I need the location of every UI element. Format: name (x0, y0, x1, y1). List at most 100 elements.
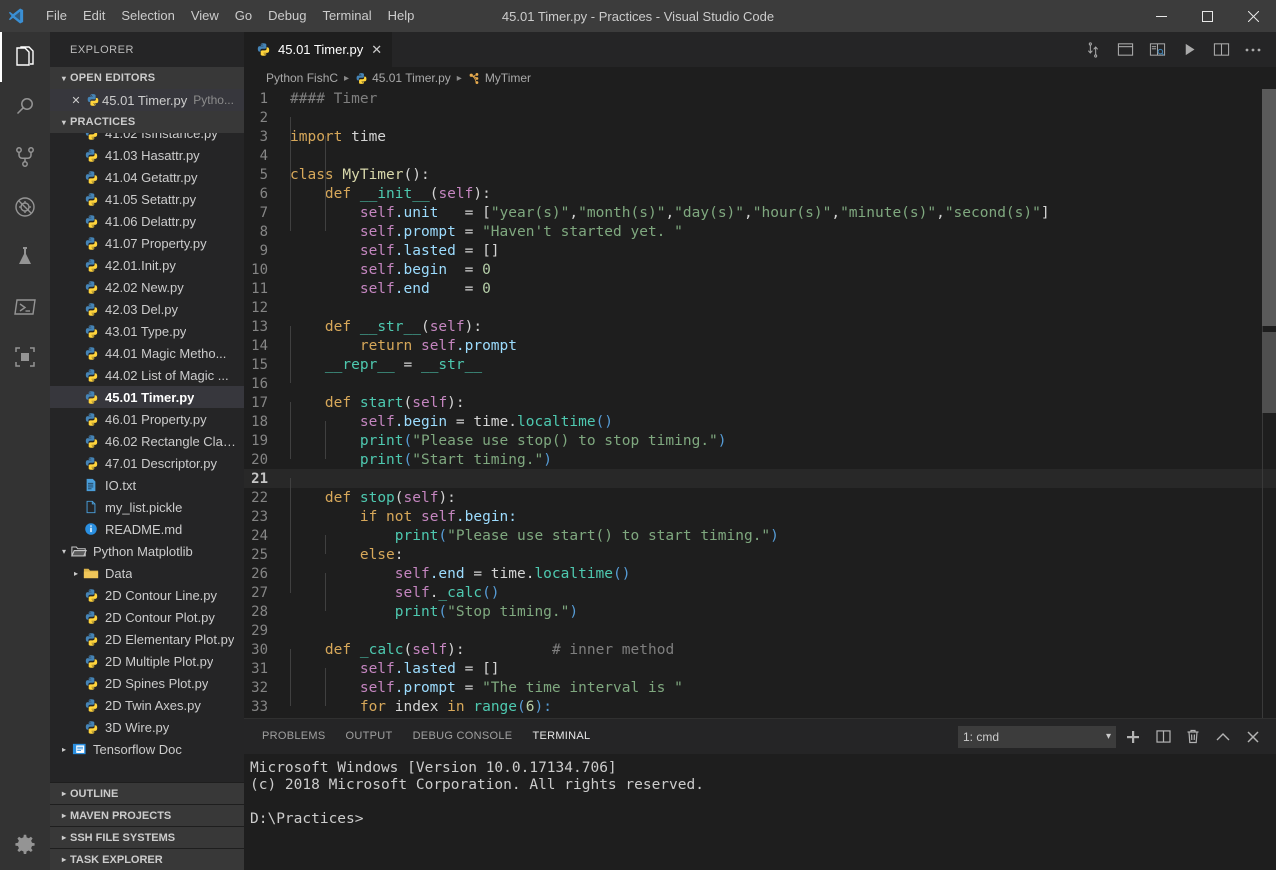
powershell-terminal-icon[interactable] (0, 282, 50, 332)
more-actions-icon[interactable] (1238, 32, 1268, 67)
section-task-explorer[interactable]: ▸ TASK EXPLORER (50, 848, 244, 870)
section-outline[interactable]: ▸ OUTLINE (50, 782, 244, 804)
editor-vertical-scrollbar-secondary[interactable] (1262, 332, 1276, 413)
new-terminal-icon[interactable] (1120, 724, 1146, 750)
tree-file-item[interactable]: 2D Elementary Plot.py (50, 628, 244, 650)
menu-debug[interactable]: Debug (260, 0, 314, 32)
tree-file-item[interactable]: 47.01 Descriptor.py (50, 452, 244, 474)
tree-file-item[interactable]: 43.01 Type.py (50, 320, 244, 342)
file-tree[interactable]: 41.02 IsInstance.py 41.03 Hasattr.py 41.… (50, 133, 244, 782)
code-line[interactable]: 30 def _calc(self): # inner method (244, 640, 1276, 659)
debug-icon[interactable] (0, 182, 50, 232)
close-icon[interactable]: ✕ (371, 42, 382, 58)
code-line[interactable]: 15 __repr__ = __str__ (244, 355, 1276, 374)
code-line[interactable]: 21 (244, 469, 1276, 488)
section-practices[interactable]: ▾ PRACTICES (50, 111, 244, 133)
panel-tab-output[interactable]: OUTPUT (336, 719, 403, 754)
close-icon[interactable]: ✕ (68, 94, 84, 107)
tree-file-item[interactable]: 2D Twin Axes.py (50, 694, 244, 716)
code-line[interactable]: 29 (244, 621, 1276, 640)
code-line[interactable]: 2 (244, 108, 1276, 127)
code-line[interactable]: 17 def start(self): (244, 393, 1276, 412)
search-icon[interactable] (0, 82, 50, 132)
code-line[interactable]: 5 class MyTimer(): (244, 165, 1276, 184)
split-sync-icon[interactable] (1078, 32, 1108, 67)
code-line[interactable]: 10 self.begin = 0 (244, 260, 1276, 279)
code-line[interactable]: 27 self._calc() (244, 583, 1276, 602)
tree-file-item[interactable]: 41.04 Getattr.py (50, 166, 244, 188)
code-line[interactable]: 4 (244, 146, 1276, 165)
section-ssh-file-systems[interactable]: ▸ SSH FILE SYSTEMS (50, 826, 244, 848)
menu-edit[interactable]: Edit (75, 0, 113, 32)
tree-file-item[interactable]: 44.01 Magic Metho... (50, 342, 244, 364)
tree-file-item[interactable]: 42.03 Del.py (50, 298, 244, 320)
panel-tab-terminal[interactable]: TERMINAL (522, 719, 600, 754)
editor-vertical-scrollbar[interactable] (1262, 89, 1276, 326)
breadcrumb-symbol[interactable]: MyTimer (468, 71, 531, 85)
kill-terminal-icon[interactable] (1180, 724, 1206, 750)
tree-file-item[interactable]: 44.02 List of Magic ... (50, 364, 244, 386)
section-maven-projects[interactable]: ▸ MAVEN PROJECTS (50, 804, 244, 826)
testing-flask-icon[interactable] (0, 232, 50, 282)
code-line[interactable]: 28 print("Stop timing.") (244, 602, 1276, 621)
code-line[interactable]: 32 self.prompt = "The time interval is " (244, 678, 1276, 697)
tree-file-item[interactable]: 2D Contour Line.py (50, 584, 244, 606)
breadcrumb-folder[interactable]: Python FishC (266, 71, 338, 85)
maximize-panel-icon[interactable] (1210, 724, 1236, 750)
split-editor-icon[interactable] (1206, 32, 1236, 67)
tree-file-item[interactable]: 2D Multiple Plot.py (50, 650, 244, 672)
tree-file-item[interactable]: IO.txt (50, 474, 244, 496)
remote-container-icon[interactable] (0, 332, 50, 382)
code-line[interactable]: 11 self.end = 0 (244, 279, 1276, 298)
menu-view[interactable]: View (183, 0, 227, 32)
breadcrumb[interactable]: Python FishC ▸ 45.01 Timer.py ▸ MyTimer (244, 67, 1276, 89)
tree-file-item[interactable]: 41.02 IsInstance.py (50, 133, 244, 144)
tree-folder-item[interactable]: ▾ Python Matplotlib (50, 540, 244, 562)
terminal-output[interactable]: Microsoft Windows [Version 10.0.17134.70… (244, 754, 1276, 870)
code-line[interactable]: 3 import time (244, 127, 1276, 146)
tree-file-item[interactable]: 46.01 Property.py (50, 408, 244, 430)
tree-file-item[interactable]: 2D Contour Plot.py (50, 606, 244, 628)
code-line[interactable]: 31 self.lasted = [] (244, 659, 1276, 678)
menu-file[interactable]: File (38, 0, 75, 32)
panel-tab-debug-console[interactable]: DEBUG CONSOLE (403, 719, 523, 754)
split-terminal-icon[interactable] (1150, 724, 1176, 750)
tree-file-item[interactable]: 46.02 Rectangle Clas... (50, 430, 244, 452)
code-line[interactable]: 12 (244, 298, 1276, 317)
close-button[interactable] (1230, 0, 1276, 32)
tree-file-item[interactable]: 2D Spines Plot.py (50, 672, 244, 694)
code-line[interactable]: 1 #### Timer (244, 89, 1276, 108)
tree-file-item[interactable]: 41.05 Setattr.py (50, 188, 244, 210)
explorer-icon[interactable] (0, 32, 50, 82)
menu-help[interactable]: Help (380, 0, 423, 32)
tree-file-item[interactable]: 42.01.Init.py (50, 254, 244, 276)
code-editor[interactable]: 1 #### Timer 2 3 import time 4 5 class MyTimer(… (244, 89, 1276, 718)
tab-45-01-timer-py[interactable]: 45.01 Timer.py ✕ (244, 32, 394, 67)
code-line[interactable]: 13 def __str__(self): (244, 317, 1276, 336)
tree-file-item[interactable]: 42.02 New.py (50, 276, 244, 298)
code-line[interactable]: 20 print("Start timing.") (244, 450, 1276, 469)
code-line[interactable]: 19 print("Please use stop() to stop timi… (244, 431, 1276, 450)
tree-file-item[interactable]: 45.01 Timer.py (50, 386, 244, 408)
menu-go[interactable]: Go (227, 0, 260, 32)
section-open-editors[interactable]: ▾ OPEN EDITORS (50, 67, 244, 89)
close-panel-icon[interactable] (1240, 724, 1266, 750)
breadcrumb-file[interactable]: 45.01 Timer.py (355, 71, 451, 85)
code-line[interactable]: 16 (244, 374, 1276, 393)
maximize-button[interactable] (1184, 0, 1230, 32)
menu-terminal[interactable]: Terminal (314, 0, 379, 32)
code-line[interactable]: 25 else: (244, 545, 1276, 564)
code-line[interactable]: 18 self.begin = time.localtime() (244, 412, 1276, 431)
menu-selection[interactable]: Selection (113, 0, 182, 32)
code-line[interactable]: 33 for index in range(6): (244, 697, 1276, 716)
tree-file-item[interactable]: 41.03 Hasattr.py (50, 144, 244, 166)
code-line[interactable]: 14 return self.prompt (244, 336, 1276, 355)
tree-file-item[interactable]: 41.07 Property.py (50, 232, 244, 254)
code-line[interactable]: 22 def stop(self): (244, 488, 1276, 507)
tree-folder-item[interactable]: ▸ Data (50, 562, 244, 584)
tree-file-item[interactable]: 3D Wire.py (50, 716, 244, 738)
run-python-file-icon[interactable] (1174, 32, 1204, 67)
source-control-icon[interactable] (0, 132, 50, 182)
window-controls[interactable] (1138, 0, 1276, 32)
tree-folder-item[interactable]: ▸ Tensorflow Doc (50, 738, 244, 760)
